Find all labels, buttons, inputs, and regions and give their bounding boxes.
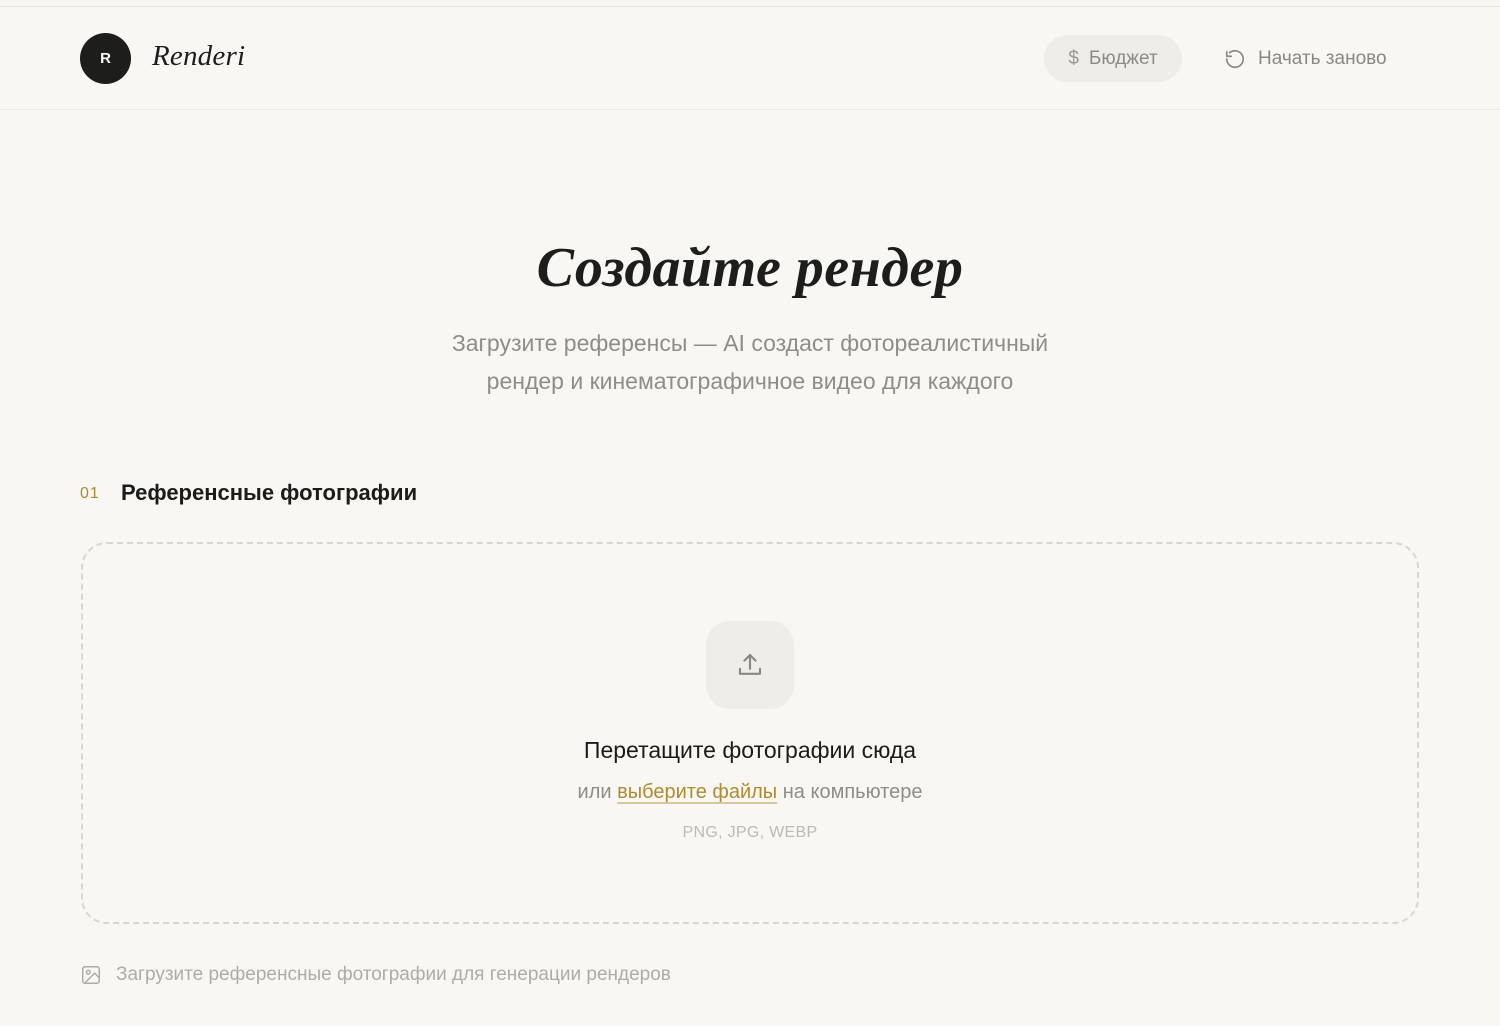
upload-icon[interactable]	[706, 621, 794, 709]
choose-files-link[interactable]: выберите файлы	[617, 781, 777, 803]
brand-name[interactable]: Renderi	[152, 40, 245, 73]
dropzone-title: Перетащите фотографии сюда	[583, 737, 917, 763]
restart-icon	[1224, 48, 1246, 70]
header: R Renderi $ Бюджет Начать заново	[0, 7, 1500, 110]
dropzone-prefix: или	[577, 781, 612, 803]
budget-button[interactable]: $ Бюджет	[1044, 35, 1182, 82]
photo-dropzone[interactable]	[81, 542, 1419, 924]
page-subtitle-line-2: рендер и кинематографичное видео для каж…	[486, 368, 1014, 394]
upload-hint-text: Загрузите референсные фотографии для ген…	[116, 964, 671, 985]
dropzone-subtitle: или выберите файлы на компьютере	[0, 781, 1500, 804]
page-subtitle-line-1: Загрузите референсы — AI создаст фотореа…	[451, 330, 1049, 356]
dollar-icon: $	[1068, 47, 1079, 69]
page: R Renderi $ Бюджет Начать заново Создайт…	[0, 0, 1500, 1026]
upload-hint: Загрузите референсные фотографии для ген…	[80, 964, 671, 986]
restart-label: Начать заново	[1258, 47, 1387, 69]
restart-button[interactable]: Начать заново	[1224, 35, 1387, 82]
budget-label: Бюджет	[1088, 47, 1158, 69]
image-icon	[80, 964, 102, 986]
section-number: 01	[80, 485, 100, 502]
accepted-formats: PNG, JPG, WEBP	[682, 824, 818, 841]
section-title: Референсные фотографии	[121, 480, 418, 505]
dropzone-suffix: на компьютере	[782, 781, 923, 803]
logo-mark[interactable]: R	[80, 33, 131, 84]
page-title: Создайте рендер	[536, 237, 964, 299]
